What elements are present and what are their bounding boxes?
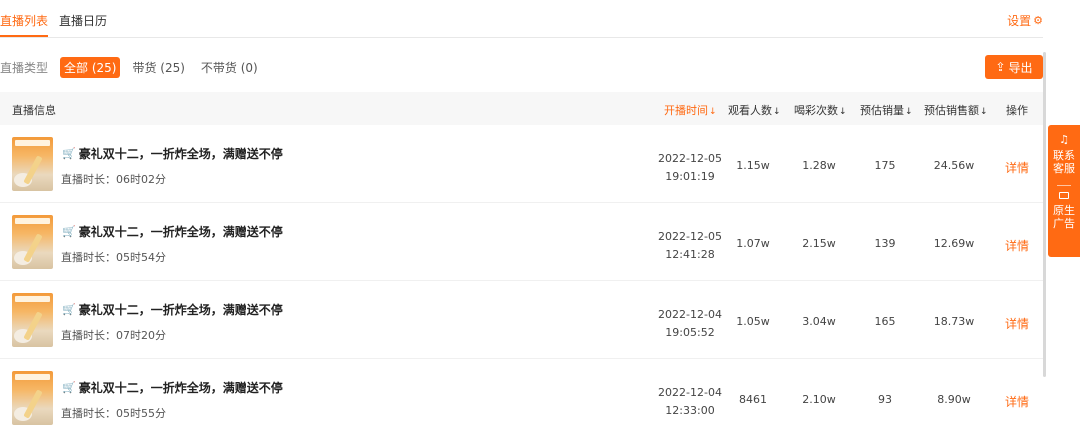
live-duration: 直播时长：05时55分 — [61, 407, 166, 420]
start-time: 2022-12-04 12:33:00 — [655, 384, 725, 420]
side-divider — [1057, 185, 1071, 186]
live-title-text: 豪礼双十二，一折炸全场，满赠送不停 — [78, 147, 283, 161]
tab-live-list[interactable]: 直播列表 — [0, 12, 49, 37]
revenue-value: 12.69w — [933, 237, 975, 250]
export-button[interactable]: ⇪ 导出 — [985, 55, 1043, 79]
cheers-value: 2.10w — [802, 393, 836, 406]
live-title[interactable]: 🛒 豪礼双十二，一折炸全场，满赠送不停 — [62, 223, 283, 240]
native-ad-button[interactable]: 原生广告 — [1052, 192, 1076, 230]
viewers-value: 1.15w — [736, 159, 770, 172]
start-clock: 19:01:19 — [665, 170, 715, 183]
live-title-text: 豪礼双十二，一折炸全场，满赠送不停 — [78, 381, 283, 395]
live-title-text: 豪礼双十二，一折炸全场，满赠送不停 — [78, 303, 283, 317]
sales-value: 165 — [874, 315, 896, 328]
start-date: 2022-12-05 — [658, 152, 722, 165]
settings-button[interactable]: 设置 ⚙ — [1007, 12, 1043, 29]
ad-icon — [1059, 192, 1069, 199]
start-time: 2022-12-05 19:01:19 — [655, 150, 725, 186]
tab-live-calendar[interactable]: 直播日历 — [59, 12, 107, 29]
live-cover-thumbnail[interactable] — [12, 371, 53, 425]
cart-icon: 🛒 — [62, 147, 76, 160]
live-title[interactable]: 🛒 豪礼双十二，一折炸全场，满赠送不停 — [62, 379, 283, 396]
viewers-value: 8461 — [739, 393, 767, 406]
contact-service-label: 联系客服 — [1053, 149, 1075, 175]
live-type-filter: 直播类型 全部 (25) 带货 (25) 不带货 (0) — [0, 56, 270, 78]
col-sales-label: 预估销量 — [860, 104, 904, 117]
floating-side-panel: ♫ 联系客服 原生广告 — [1048, 125, 1080, 257]
start-clock: 12:33:00 — [665, 404, 715, 417]
cart-icon: 🛒 — [62, 225, 76, 238]
sort-down-icon: ↓ — [905, 107, 913, 117]
live-title-text: 豪礼双十二，一折炸全场，满赠送不停 — [78, 225, 283, 239]
detail-link[interactable]: 详情 — [1003, 315, 1031, 332]
live-duration: 直播时长：06时02分 — [61, 173, 166, 186]
filter-selling[interactable]: 带货 (25) — [128, 57, 188, 78]
revenue-value: 18.73w — [933, 315, 975, 328]
viewers-value: 1.07w — [736, 237, 770, 250]
live-duration: 直播时长：07时20分 — [61, 329, 166, 342]
sort-down-icon: ↓ — [709, 107, 717, 117]
col-sales[interactable]: 预估销量↓ — [860, 102, 913, 118]
start-time: 2022-12-04 19:05:52 — [655, 306, 725, 342]
table-row: 🛒 豪礼双十二，一折炸全场，满赠送不停 直播时长：05时55分 2022-12-0… — [0, 359, 1043, 431]
col-start-time[interactable]: 开播时间↓ — [664, 102, 717, 118]
live-cover-thumbnail[interactable] — [12, 215, 53, 269]
native-ad-label: 原生广告 — [1053, 204, 1075, 230]
col-viewers-label: 观看人数 — [728, 104, 772, 117]
tab-bar: 直播列表 直播日历 设置 ⚙ — [0, 0, 1043, 38]
upload-icon: ⇪ — [995, 60, 1006, 74]
export-label: 导出 — [1008, 60, 1033, 75]
revenue-value: 8.90w — [937, 393, 971, 406]
col-cheers[interactable]: 喝彩次数↓ — [794, 102, 847, 118]
live-cover-thumbnail[interactable] — [12, 293, 53, 347]
live-duration: 直播时长：05时54分 — [61, 251, 166, 264]
cart-icon: 🛒 — [62, 381, 76, 394]
live-title[interactable]: 🛒 豪礼双十二，一折炸全场，满赠送不停 — [62, 301, 283, 318]
table-row: 🛒 豪礼双十二，一折炸全场，满赠送不停 直播时长：06时02分 2022-12-0… — [0, 125, 1043, 203]
table-header: 直播信息 开播时间↓ 观看人数↓ 喝彩次数↓ 预估销量↓ 预估销售额↓ 操作 — [0, 92, 1043, 125]
start-date: 2022-12-04 — [658, 386, 722, 399]
sales-value: 93 — [878, 393, 892, 406]
viewers-value: 1.05w — [736, 315, 770, 328]
sort-down-icon: ↓ — [980, 107, 988, 117]
start-time: 2022-12-05 12:41:28 — [655, 228, 725, 264]
vertical-scrollbar[interactable] — [1043, 52, 1046, 377]
headset-icon: ♫ — [1059, 133, 1069, 146]
detail-link[interactable]: 详情 — [1003, 237, 1031, 254]
cart-icon: 🛒 — [62, 303, 76, 316]
filter-all[interactable]: 全部 (25) — [60, 56, 121, 78]
start-date: 2022-12-05 — [658, 230, 722, 243]
cheers-value: 2.15w — [802, 237, 836, 250]
table-row: 🛒 豪礼双十二，一折炸全场，满赠送不停 直播时长：07时20分 2022-12-0… — [0, 281, 1043, 359]
start-clock: 12:41:28 — [665, 248, 715, 261]
detail-link[interactable]: 详情 — [1003, 159, 1031, 176]
sort-down-icon: ↓ — [839, 107, 847, 117]
sales-value: 139 — [874, 237, 896, 250]
settings-label: 设置 — [1007, 14, 1032, 28]
col-viewers[interactable]: 观看人数↓ — [728, 102, 781, 118]
live-cover-thumbnail[interactable] — [12, 137, 53, 191]
cheers-value: 1.28w — [802, 159, 836, 172]
live-title[interactable]: 🛒 豪礼双十二，一折炸全场，满赠送不停 — [62, 145, 283, 162]
sales-value: 175 — [874, 159, 896, 172]
start-date: 2022-12-04 — [658, 308, 722, 321]
cheers-value: 3.04w — [802, 315, 836, 328]
start-clock: 19:05:52 — [665, 326, 715, 339]
col-live-info: 直播信息 — [12, 104, 56, 117]
gear-icon: ⚙ — [1033, 14, 1043, 27]
col-start-time-label: 开播时间 — [664, 104, 708, 117]
col-revenue-label: 预估销售额 — [924, 104, 979, 117]
sort-down-icon: ↓ — [773, 107, 781, 117]
table-row: 🛒 豪礼双十二，一折炸全场，满赠送不停 直播时长：05时54分 2022-12-0… — [0, 203, 1043, 281]
filter-label: 直播类型 — [0, 60, 49, 75]
col-revenue[interactable]: 预估销售额↓ — [924, 102, 988, 118]
col-cheers-label: 喝彩次数 — [794, 104, 838, 117]
col-action: 操作 — [1006, 104, 1028, 117]
detail-link[interactable]: 详情 — [1003, 393, 1031, 410]
contact-service-button[interactable]: ♫ 联系客服 — [1052, 133, 1076, 175]
revenue-value: 24.56w — [933, 159, 975, 172]
filter-not-selling[interactable]: 不带货 (0) — [197, 57, 262, 78]
